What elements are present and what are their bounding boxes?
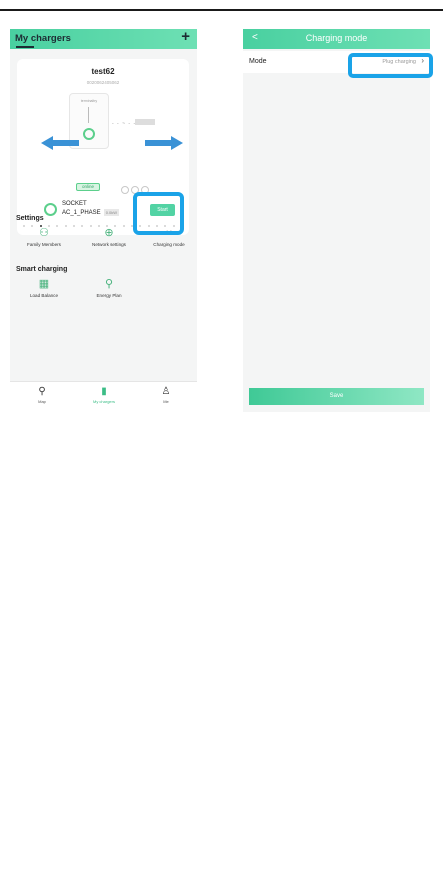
- device-label: terminaltry: [80, 99, 98, 103]
- bottom-tab-bar: ⚲ Map ▮ My chargers ♙ Me: [10, 381, 197, 412]
- mode-value-highlight: [348, 53, 433, 78]
- charging-mode-screen: < Charging mode Mode Plug charging › Sav…: [243, 29, 430, 412]
- network-settings-tile[interactable]: ⊕ Network settings: [84, 226, 134, 247]
- phase-label: AC_1_PHASE: [62, 209, 101, 216]
- tile-label: Load Balance: [29, 293, 59, 298]
- family-members-tile[interactable]: ⚇ Family Members: [19, 226, 69, 247]
- tab-label: Me: [163, 399, 169, 404]
- map-icon: ⚲: [38, 386, 46, 397]
- add-charger-icon[interactable]: +: [181, 29, 190, 45]
- tile-label: Energy Plan: [96, 293, 122, 298]
- tab-label: Map: [38, 399, 46, 404]
- tile-label: Family Members: [27, 242, 61, 247]
- connection-line: - - ~ - -: [112, 121, 137, 127]
- tab-me[interactable]: ♙ Me: [146, 386, 186, 404]
- save-button[interactable]: Save: [249, 388, 424, 405]
- page-title: Charging mode: [305, 33, 368, 43]
- socket-icon: [44, 203, 57, 216]
- plug-icon: [83, 128, 95, 140]
- charger-icon: ▮: [101, 386, 107, 397]
- family-icon: ⚇: [39, 227, 49, 239]
- power-value: 0.0kW: [103, 208, 120, 216]
- vehicle-tag: [135, 119, 155, 125]
- title-underline: [16, 46, 34, 48]
- charger-name: test62: [91, 67, 115, 76]
- swipe-left-arrow-icon[interactable]: [41, 136, 79, 150]
- connector-info: SOCKET AC_1_PHASE 0.0kW: [62, 201, 120, 217]
- screenshot-canvas: My chargers + test62 0020062405062 termi…: [0, 0, 443, 875]
- settings-heading: Settings: [16, 215, 44, 222]
- connector-type: SOCKET: [62, 201, 87, 207]
- top-divider: [0, 9, 443, 11]
- energy-plan-tile[interactable]: ⚲ Energy Plan: [84, 277, 134, 298]
- swipe-right-arrow-icon[interactable]: [145, 136, 183, 150]
- header-bar: < Charging mode: [243, 29, 430, 49]
- charging-mode-highlight: [133, 192, 184, 235]
- tile-label: Network settings: [92, 242, 126, 247]
- header-bar: My chargers +: [10, 29, 197, 49]
- indicator-icon: [121, 186, 129, 194]
- tile-label: Charging mode: [153, 242, 185, 247]
- smart-charging-heading: Smart charging: [16, 266, 68, 273]
- tab-label: My chargers: [92, 399, 115, 404]
- load-balance-tile[interactable]: ▦ Load Balance: [19, 277, 69, 298]
- pager-dot: [81, 225, 84, 227]
- load-balance-icon: ▦: [38, 278, 50, 290]
- energy-plan-icon: ⚲: [104, 278, 114, 290]
- tab-my-chargers[interactable]: ▮ My chargers: [84, 386, 124, 404]
- mode-label: Mode: [249, 58, 267, 65]
- status-badge: online: [76, 183, 100, 191]
- user-icon: ♙: [161, 386, 171, 397]
- page-title: My chargers: [15, 33, 71, 44]
- pager-dot: [72, 225, 75, 227]
- charger-serial: 0020062405062: [86, 80, 120, 85]
- tab-map[interactable]: ⚲ Map: [22, 386, 62, 404]
- globe-icon: ⊕: [104, 227, 114, 239]
- device-bar: [88, 107, 89, 123]
